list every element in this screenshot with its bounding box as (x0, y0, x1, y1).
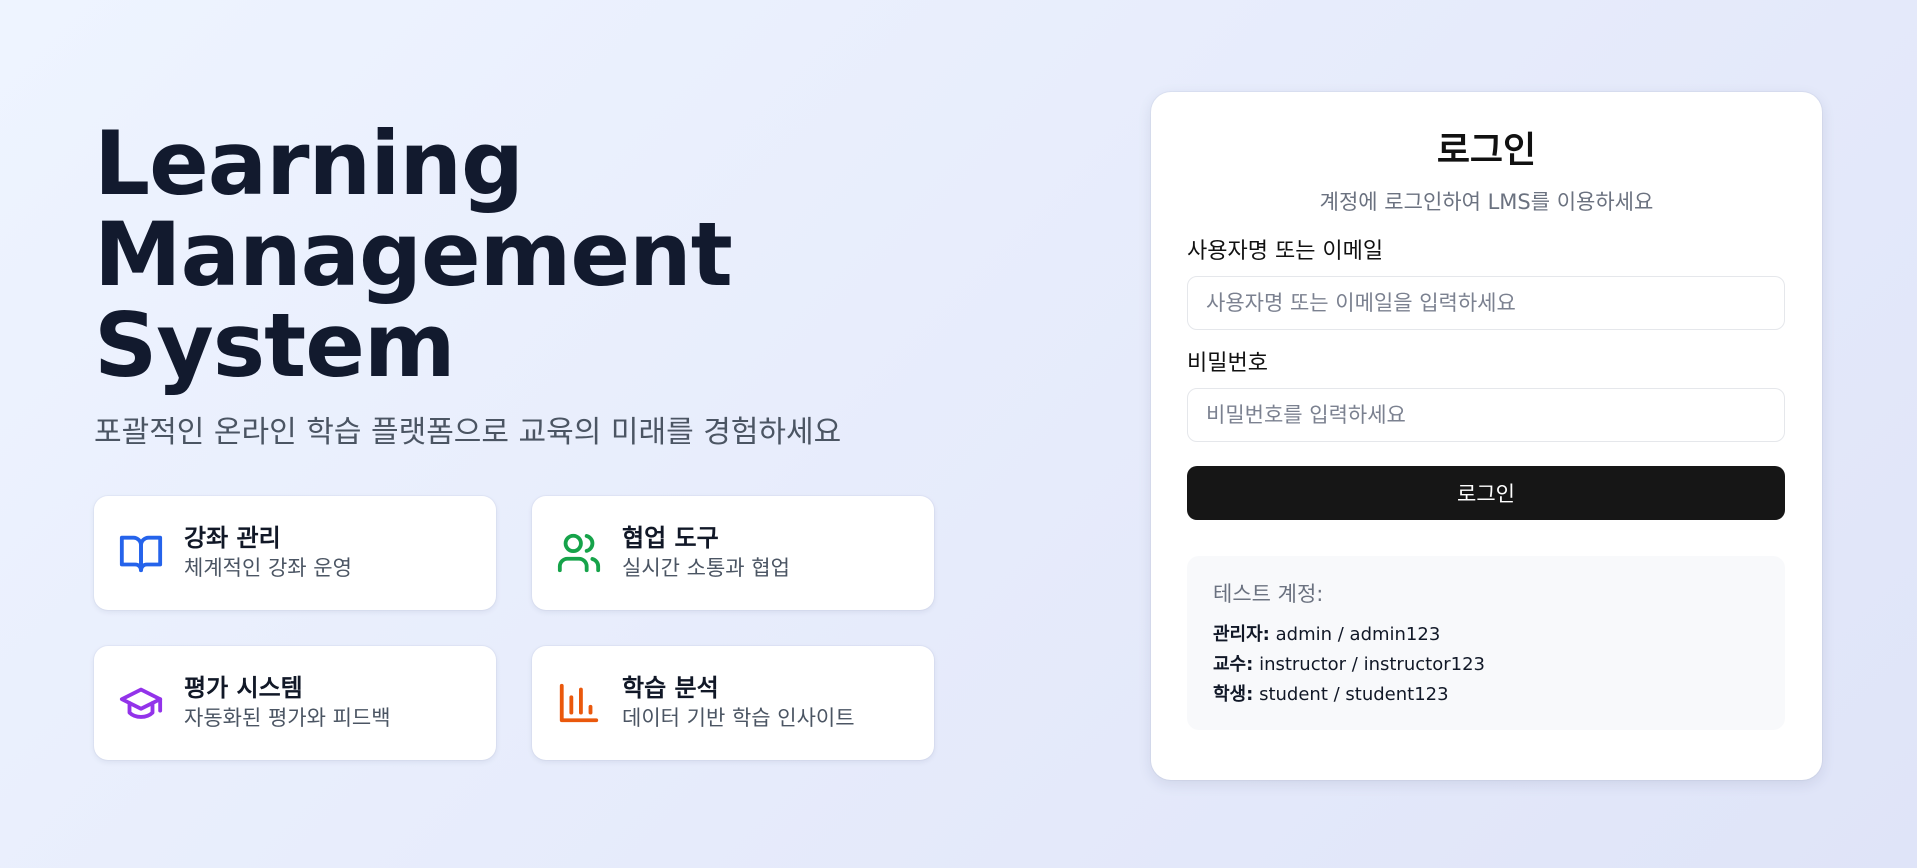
login-button[interactable]: 로그인 (1187, 466, 1785, 520)
test-account-role: 관리자: (1213, 624, 1270, 645)
test-account-credentials: student / student123 (1259, 684, 1449, 705)
graduation-cap-icon (118, 680, 164, 726)
test-accounts-title: 테스트 계정: (1213, 582, 1324, 606)
book-open-icon (118, 530, 164, 576)
test-account-role: 학생: (1213, 684, 1254, 705)
test-account-row: 학생: student / student123 (1213, 680, 1759, 710)
feature-description: 실시간 소통과 협업 (622, 556, 790, 580)
hero-title-line: Management (94, 203, 733, 306)
users-icon (556, 530, 602, 576)
login-title: 로그인 (1436, 130, 1537, 171)
test-account-row: 교수: instructor / instructor123 (1213, 650, 1759, 680)
feature-title: 학습 분석 (622, 674, 719, 702)
login-card: 로그인 계정에 로그인하여 LMS를 이용하세요 사용자명 또는 이메일 비밀번… (1151, 92, 1822, 780)
test-account-credentials: admin / admin123 (1275, 624, 1441, 645)
bar-chart-icon (556, 680, 602, 726)
test-account-credentials: instructor / instructor123 (1259, 654, 1485, 675)
feature-title: 강좌 관리 (184, 524, 281, 552)
feature-card-analytics: 학습 분석 데이터 기반 학습 인사이트 (532, 646, 934, 760)
username-input[interactable] (1187, 276, 1785, 330)
password-label: 비밀번호 (1187, 351, 1268, 376)
feature-grid: 강좌 관리 체계적인 강좌 운영 협업 도구 실시간 소통과 협업 평가 시스템… (94, 496, 934, 760)
test-account-role: 교수: (1213, 654, 1254, 675)
hero-section: Learning Management System 포괄적인 온라인 학습 플… (94, 118, 954, 451)
username-label: 사용자명 또는 이메일 (1187, 239, 1384, 264)
feature-card-course: 강좌 관리 체계적인 강좌 운영 (94, 496, 496, 610)
hero-subtitle: 포괄적인 온라인 학습 플랫폼으로 교육의 미래를 경험하세요 (94, 415, 842, 450)
feature-description: 데이터 기반 학습 인사이트 (622, 706, 855, 730)
feature-card-assessment: 평가 시스템 자동화된 평가와 피드백 (94, 646, 496, 760)
hero-title-line: Learning (94, 112, 524, 215)
test-accounts-box: 테스트 계정: 관리자: admin / admin123 교수: instru… (1187, 556, 1785, 730)
feature-card-collaboration: 협업 도구 실시간 소통과 협업 (532, 496, 934, 610)
test-account-row: 관리자: admin / admin123 (1213, 620, 1759, 650)
hero-title: Learning Management System (94, 118, 954, 391)
feature-description: 체계적인 강좌 운영 (184, 556, 352, 580)
login-subtitle: 계정에 로그인하여 LMS를 이용하세요 (1319, 190, 1654, 214)
password-input[interactable] (1187, 388, 1785, 442)
hero-title-line: System (94, 294, 456, 397)
feature-description: 자동화된 평가와 피드백 (184, 706, 391, 730)
feature-title: 협업 도구 (622, 524, 719, 552)
feature-title: 평가 시스템 (184, 674, 303, 702)
